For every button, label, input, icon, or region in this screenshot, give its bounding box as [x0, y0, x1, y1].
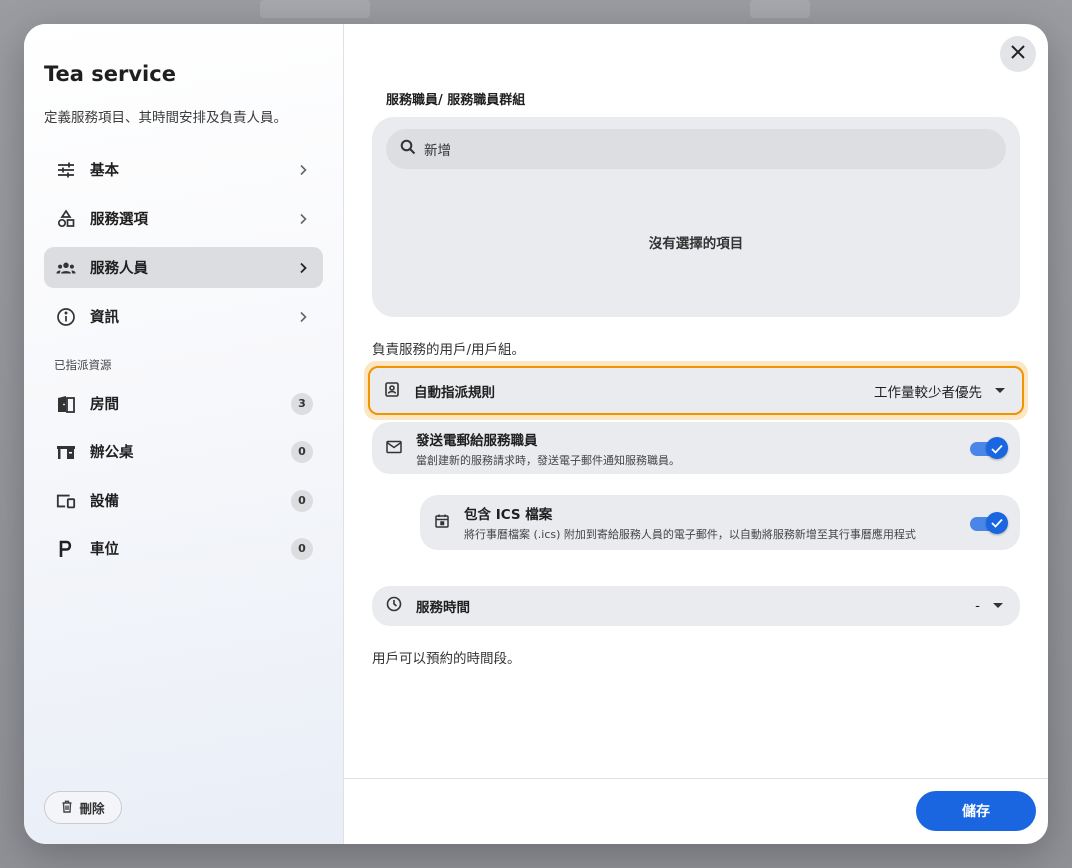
sliders-icon	[56, 160, 76, 180]
resource-item-parking[interactable]: 車位 0	[44, 528, 323, 569]
mail-icon	[386, 439, 402, 458]
empty-state-text: 沒有選擇的項目	[648, 236, 744, 252]
main-panel: 服務職員/ 服務職員群組 新增 沒有選擇的項目 負責服務的用戶/用戶組。 自動指…	[344, 24, 1048, 844]
sidebar-item-basic[interactable]: 基本	[44, 149, 323, 190]
room-icon	[56, 394, 76, 414]
info-icon	[56, 307, 76, 327]
caret-down-icon	[988, 379, 1012, 403]
parking-icon	[56, 539, 76, 559]
service-time-label: 服務時間	[416, 600, 470, 616]
resource-label: 車位	[90, 542, 119, 558]
email-toggle[interactable]	[970, 437, 1008, 459]
check-icon	[991, 439, 1003, 458]
shapes-icon	[56, 208, 76, 229]
count-badge: 0	[291, 489, 313, 512]
resource-label: 房間	[90, 397, 119, 413]
save-button[interactable]: 儲存	[916, 791, 1036, 831]
auto-assign-select[interactable]: 自動指派規則 工作量較少者優先	[368, 366, 1024, 415]
auto-assign-label: 自動指派規則	[414, 384, 495, 401]
close-button[interactable]	[1000, 36, 1036, 72]
check-icon	[991, 513, 1003, 532]
search-icon	[400, 139, 416, 159]
staff-search-input[interactable]: 新增	[386, 129, 1006, 169]
search-placeholder: 新增	[424, 143, 451, 159]
clock-icon	[386, 596, 402, 616]
service-time-select[interactable]: 服務時間 -	[372, 586, 1020, 626]
resource-label: 設備	[90, 494, 119, 510]
sidebar: Tea service 定義服務項目、其時間安排及負責人員。 基本 服務選項 服…	[24, 24, 344, 844]
service-time-value: -	[975, 598, 980, 614]
devices-icon	[56, 491, 76, 511]
assigned-resources-heading: 已指派資源	[54, 358, 112, 372]
sidebar-item-service-staff[interactable]: 服務人員	[44, 247, 323, 288]
auto-assign-value: 工作量較少者優先	[874, 384, 982, 401]
service-settings-dialog: Tea service 定義服務項目、其時間安排及負責人員。 基本 服務選項 服…	[24, 24, 1048, 844]
desk-icon	[56, 442, 76, 462]
trash-icon	[61, 800, 73, 816]
delete-label: 刪除	[79, 801, 105, 816]
auto-assign-focus-ring: 自動指派規則 工作量較少者優先	[364, 361, 1028, 420]
ics-attachment-setting: 包含 ICS 檔案 將行事曆檔案 (.ics) 附加到寄給服務人員的電子郵件，以…	[420, 495, 1020, 550]
ics-toggle[interactable]	[970, 511, 1008, 534]
count-badge: 0	[291, 537, 313, 560]
resource-item-rooms[interactable]: 房間 3	[44, 383, 323, 424]
sidebar-item-label: 資訊	[90, 310, 119, 326]
id-badge-icon	[384, 381, 400, 401]
ics-setting-subtitle: 將行事曆檔案 (.ics) 附加到寄給服務人員的電子郵件，以自動將服務新增至其行…	[464, 528, 916, 541]
count-badge: 3	[291, 392, 313, 415]
service-title: Tea service	[44, 62, 176, 86]
email-setting-subtitle: 當創建新的服務請求時，發送電子郵件通知服務職員。	[416, 453, 680, 467]
sidebar-item-label: 服務選項	[90, 212, 148, 228]
dialog-footer: 儲存	[344, 778, 1048, 844]
staff-section-label: 服務職員/ 服務職員群組	[386, 93, 526, 108]
caret-down-icon	[986, 594, 1010, 618]
chevron-right-icon	[293, 307, 313, 327]
calendar-icon	[434, 513, 450, 533]
chevron-right-icon	[293, 258, 313, 278]
resource-item-equipment[interactable]: 設備 0	[44, 480, 323, 521]
resource-item-desks[interactable]: 辦公桌 0	[44, 431, 323, 472]
staff-helper-text: 負責服務的用戶/用戶組。	[372, 342, 526, 358]
staff-picker: 新增 沒有選擇的項目	[372, 117, 1020, 317]
delete-button[interactable]: 刪除	[44, 791, 122, 824]
sidebar-item-label: 服務人員	[90, 261, 148, 277]
service-time-helper-text: 用戶可以預約的時間段。	[372, 651, 521, 667]
service-description: 定義服務項目、其時間安排及負責人員。	[44, 110, 287, 126]
sidebar-item-label: 基本	[90, 163, 119, 179]
group-icon	[56, 258, 76, 278]
count-badge: 0	[291, 440, 313, 463]
sidebar-item-service-options[interactable]: 服務選項	[44, 198, 323, 239]
email-setting-title: 發送電郵給服務職員	[416, 432, 538, 449]
chevron-right-icon	[293, 160, 313, 180]
close-icon	[1010, 44, 1026, 64]
resource-label: 辦公桌	[90, 445, 134, 461]
sidebar-item-info[interactable]: 資訊	[44, 296, 323, 337]
email-staff-setting: 發送電郵給服務職員 當創建新的服務請求時，發送電子郵件通知服務職員。	[372, 422, 1020, 474]
ics-setting-title: 包含 ICS 檔案	[464, 507, 553, 523]
chevron-right-icon	[293, 209, 313, 229]
